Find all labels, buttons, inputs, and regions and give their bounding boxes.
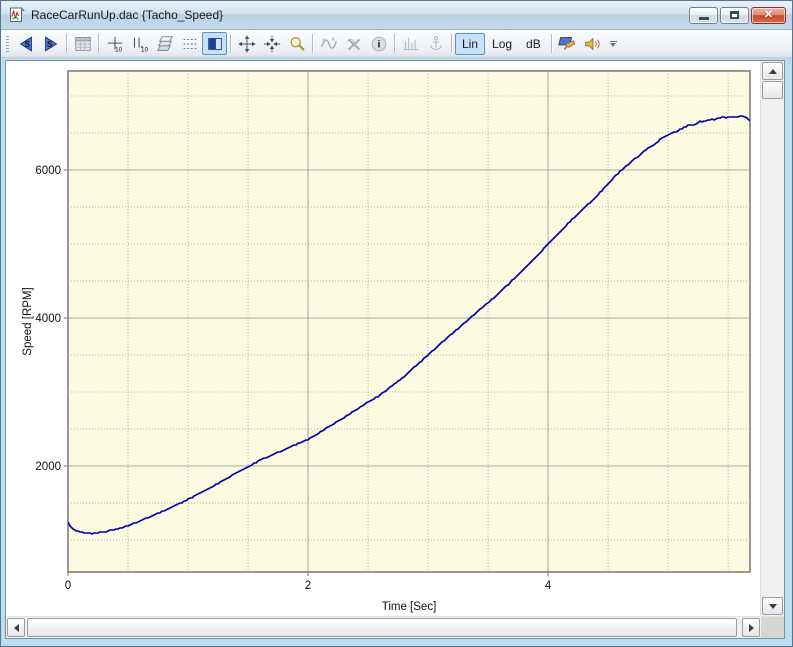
toolbar-overflow-button[interactable] (607, 32, 620, 55)
worksheet-icon (73, 34, 93, 54)
window-title: RaceCarRunUp.dac {Tacho_Speed} (31, 8, 689, 22)
x-divisions-icon: 10 (130, 34, 150, 54)
reference-lines-icon (180, 34, 200, 54)
delete-trace-button (341, 32, 366, 55)
toolbar-separator (230, 34, 231, 53)
caption-buttons: ✕ (689, 7, 786, 24)
harmonic-cursor-icon (401, 34, 421, 54)
next-section-icon: S (41, 34, 61, 54)
scroll-right-icon (749, 624, 754, 632)
svg-text:10: 10 (141, 46, 149, 53)
y-tick-label: 2000 (35, 461, 61, 473)
zoom-icon (287, 34, 307, 54)
lin-scale-button[interactable]: Lin (455, 33, 485, 55)
toolbar: S S 10 10 i LinLogdB (1, 30, 792, 58)
toolbar-grip[interactable] (6, 36, 9, 52)
scrollbar-corner (761, 617, 784, 638)
db-scale-button[interactable]: dB (519, 33, 548, 55)
plot-background (68, 71, 750, 572)
toolbar-separator (551, 34, 552, 53)
trace-info-icon: i (369, 34, 389, 54)
x-tick-label: 4 (545, 580, 552, 592)
minimize-icon (699, 17, 709, 20)
maximize-icon (730, 11, 739, 19)
close-icon: ✕ (764, 10, 773, 21)
cursor-values-button[interactable]: 10 (102, 32, 127, 55)
minimize-button[interactable] (689, 7, 718, 24)
chevron-down-icon (610, 43, 616, 47)
scroll-up-icon (769, 69, 777, 74)
x-divisions-button[interactable]: 10 (127, 32, 152, 55)
y-axis-label: Speed [RPM] (22, 287, 34, 355)
prev-section-icon: S (16, 34, 36, 54)
x-axis-label: Time [Sec] (382, 601, 437, 613)
shrink-axes-button[interactable] (259, 32, 284, 55)
signal-document-icon (9, 7, 25, 23)
edit-trace-button (316, 32, 341, 55)
client-area: 2000 4000 6000 0 2 4 Time [Sec] Speed [RPM] (1, 58, 792, 646)
speed-vs-time-plot[interactable]: 2000 4000 6000 0 2 4 Time [Sec] Speed [RPM] (6, 61, 763, 622)
anchor-cursor-button (423, 32, 448, 55)
horizontal-scroll-track[interactable] (26, 617, 741, 638)
x-tick-label: 2 (305, 580, 311, 592)
toolbar-separator (312, 34, 313, 53)
log-scale-button[interactable]: Log (485, 33, 519, 55)
overlay-traces-button[interactable] (152, 32, 177, 55)
svg-text:S: S (24, 40, 30, 49)
anchor-cursor-icon (426, 34, 446, 54)
reference-lines-button[interactable] (177, 32, 202, 55)
cursor-values-icon: 10 (105, 34, 125, 54)
delete-trace-icon (344, 34, 364, 54)
svg-text:S: S (46, 40, 52, 49)
chart-area[interactable]: 2000 4000 6000 0 2 4 Time [Sec] Speed [RPM] (6, 61, 760, 616)
svg-text:i: i (377, 39, 380, 50)
vertical-scrollbar[interactable] (760, 61, 784, 616)
toolbar-separator (451, 34, 452, 53)
toolbar-separator (66, 34, 67, 53)
maximize-button[interactable] (720, 7, 749, 24)
expand-axes-icon (237, 34, 257, 54)
overlay-traces-icon (155, 34, 175, 54)
x-tick-label: 0 (65, 580, 71, 592)
horizontal-scroll-thumb[interactable] (27, 618, 737, 637)
prev-section-button[interactable]: S (13, 32, 38, 55)
titlebar[interactable]: RaceCarRunUp.dac {Tacho_Speed} ✕ (1, 1, 792, 30)
split-display-icon (205, 34, 225, 54)
send-to-button[interactable] (555, 32, 580, 55)
play-audio-button[interactable] (580, 32, 605, 55)
zoom-button[interactable] (284, 32, 309, 55)
play-audio-icon (582, 34, 602, 54)
toolbar-separator (98, 34, 99, 53)
application-window: RaceCarRunUp.dac {Tacho_Speed} ✕ S S 10 10 i… (0, 0, 793, 647)
scroll-left-icon (14, 624, 19, 632)
y-tick-label: 4000 (35, 313, 61, 325)
horizontal-scrollbar[interactable] (6, 616, 784, 638)
scroll-down-button[interactable] (762, 597, 783, 615)
shrink-axes-icon (262, 34, 282, 54)
overflow-bar-icon (610, 41, 617, 42)
vertical-scroll-thumb[interactable] (762, 81, 783, 99)
vertical-scroll-track[interactable] (761, 99, 784, 596)
harmonic-cursor-button (398, 32, 423, 55)
chart-panel: 2000 4000 6000 0 2 4 Time [Sec] Speed [RPM] (5, 60, 785, 639)
send-to-icon (557, 34, 577, 54)
edit-trace-icon (319, 34, 339, 54)
close-button[interactable]: ✕ (751, 7, 786, 24)
next-section-button[interactable]: S (38, 32, 63, 55)
toolbar-separator (394, 34, 395, 53)
split-display-button[interactable] (202, 32, 227, 55)
scroll-up-button[interactable] (762, 62, 783, 80)
y-tick-label: 6000 (35, 165, 61, 177)
expand-axes-button[interactable] (234, 32, 259, 55)
trace-info-button: i (366, 32, 391, 55)
scroll-down-icon (769, 604, 777, 609)
worksheet-button[interactable] (70, 32, 95, 55)
svg-text:10: 10 (115, 46, 123, 53)
